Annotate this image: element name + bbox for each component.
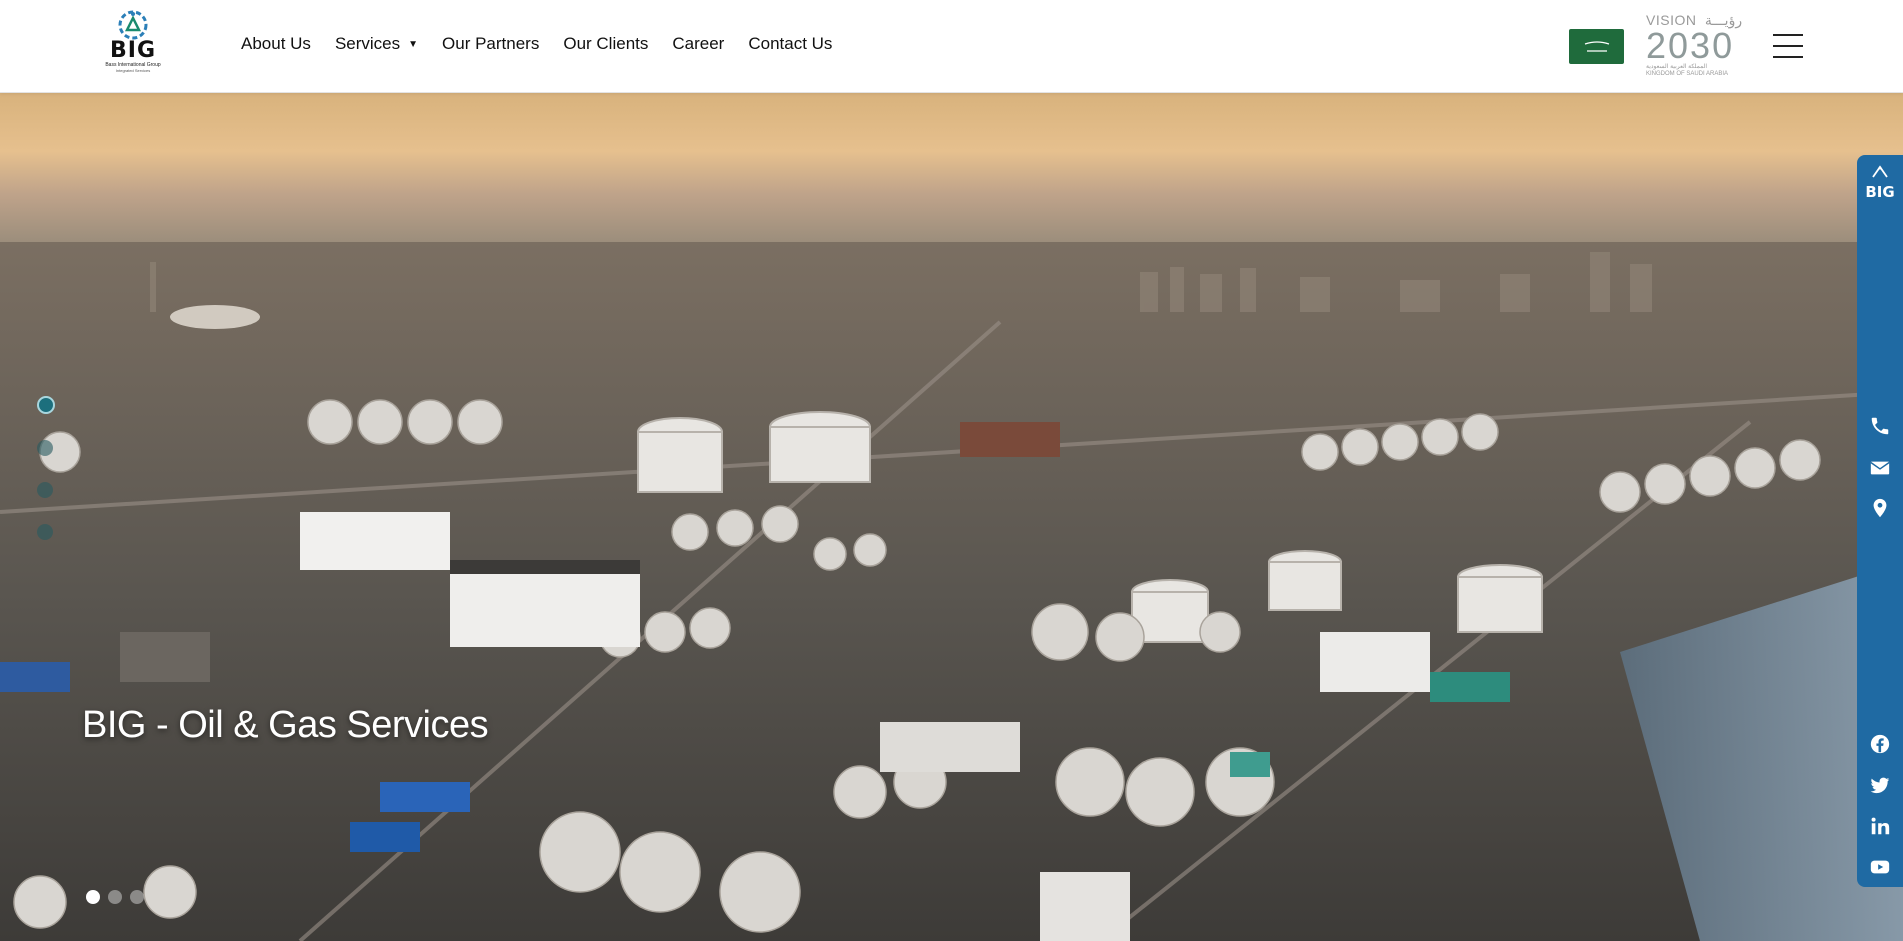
logo-text: BIG [109, 38, 156, 63]
nav-our-clients[interactable]: Our Clients [563, 34, 648, 54]
location-icon[interactable] [1869, 497, 1891, 519]
youtube-icon[interactable] [1869, 856, 1891, 878]
vertical-indicator-1[interactable] [37, 396, 55, 414]
nav-services-label: Services [334, 34, 401, 53]
nav-services[interactable]: Services ▼ [335, 34, 418, 54]
nav-about-us-label: About Us [241, 34, 311, 53]
email-icon[interactable] [1869, 457, 1891, 479]
saudi-flag-icon[interactable] [1569, 29, 1624, 64]
sidebar-logo-icon [1872, 165, 1888, 178]
hamburger-menu-icon[interactable] [1773, 34, 1803, 58]
nav-our-partners-label: Our Partners [442, 34, 540, 53]
nav-our-clients-label: Our Clients [563, 34, 649, 53]
contact-social-sidebar: BIG [1857, 155, 1903, 887]
vision-subtitle: KINGDOM OF SAUDI ARABIA [1646, 71, 1729, 77]
linkedin-icon[interactable] [1869, 815, 1891, 837]
refinery-background-image [0, 92, 1903, 941]
main-nav: About Us Services ▼ Our Partners Our Cli… [241, 34, 832, 54]
nav-our-partners[interactable]: Our Partners [442, 34, 539, 54]
vertical-indicator-3[interactable] [37, 482, 53, 498]
logo-tagline: Integrated Services [115, 68, 151, 73]
vision-arabic-subtitle: المملكة العربية السعودية [1646, 64, 1708, 70]
big-logo[interactable]: BIG Bass International Group Integrated … [90, 8, 176, 82]
hero-title: BIG - Oil & Gas Services [82, 704, 489, 746]
nav-career-label: Career [672, 34, 725, 53]
carousel-dot-3[interactable] [130, 890, 144, 904]
caret-down-icon: ▼ [408, 38, 419, 50]
vertical-indicator-2[interactable] [37, 440, 53, 456]
big-logo-icon [118, 10, 148, 40]
vision-2030-logo[interactable]: VISION رؤيـــة 2030 المملكة العربية السع… [1646, 12, 1750, 82]
vision-year: 2030 [1646, 25, 1735, 66]
nav-about-us[interactable]: About Us [241, 34, 311, 54]
vertical-indicator-4[interactable] [37, 524, 53, 540]
carousel-dot-1[interactable] [86, 890, 100, 904]
facebook-icon[interactable] [1869, 733, 1891, 755]
nav-career[interactable]: Career [672, 34, 724, 54]
flag-emblem [1584, 40, 1609, 52]
hero-slider: BIG - Oil & Gas Services [0, 92, 1903, 941]
phone-icon[interactable] [1869, 415, 1891, 437]
site-header: BIG Bass International Group Integrated … [0, 0, 1903, 93]
carousel-dot-2[interactable] [108, 890, 122, 904]
sidebar-logo-text: BIG [1865, 183, 1895, 201]
nav-contact-us-label: Contact Us [748, 34, 833, 53]
sidebar-logo[interactable]: BIG [1857, 165, 1903, 201]
twitter-icon[interactable] [1869, 774, 1891, 796]
nav-contact-us[interactable]: Contact Us [748, 34, 832, 54]
